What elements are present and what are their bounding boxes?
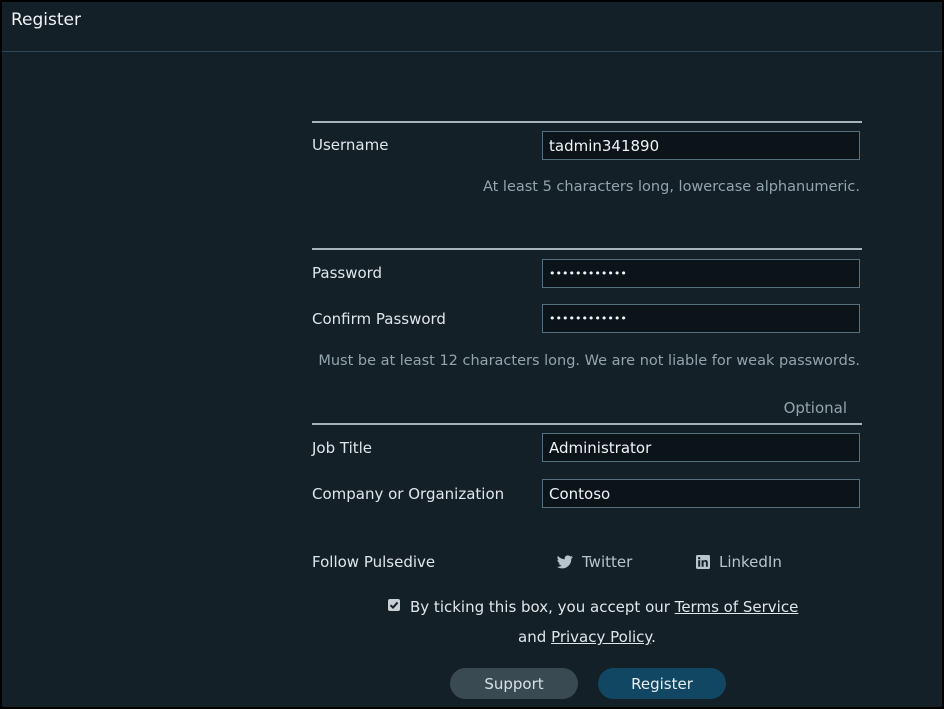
linkedin-link[interactable]: LinkedIn (696, 553, 782, 571)
confirm-password-input[interactable] (542, 304, 860, 333)
password-label: Password (312, 264, 383, 282)
consent-line-2: and Privacy Policy. (312, 628, 862, 646)
follow-label: Follow Pulsedive (312, 553, 436, 571)
privacy-policy-link[interactable]: Privacy Policy (551, 628, 651, 646)
linkedin-icon (696, 555, 710, 569)
twitter-icon (557, 555, 573, 569)
optional-heading: Optional (783, 399, 847, 417)
twitter-label: Twitter (582, 553, 633, 571)
consent-text: By ticking this box, you accept our (410, 598, 670, 616)
section-divider (312, 248, 862, 250)
consent-period: . (651, 628, 656, 646)
register-button[interactable]: Register (598, 668, 726, 699)
section-divider (312, 423, 862, 425)
support-button[interactable]: Support (450, 668, 578, 699)
confirm-password-label: Confirm Password (312, 310, 446, 328)
job-title-label: Job Title (312, 439, 373, 457)
consent-and: and (518, 628, 547, 646)
password-input[interactable] (542, 259, 860, 288)
company-label: Company or Organization (312, 485, 505, 503)
twitter-link[interactable]: Twitter (557, 553, 632, 571)
section-divider (312, 121, 862, 123)
page-title: Register (11, 10, 81, 30)
job-title-input[interactable] (542, 433, 860, 462)
register-form: Username At least 5 characters long, low… (312, 2, 862, 707)
username-input[interactable] (542, 131, 860, 160)
register-window: Register Username At least 5 characters … (0, 0, 944, 709)
username-hint: At least 5 characters long, lowercase al… (482, 179, 860, 195)
password-hint: Must be at least 12 characters long. We … (318, 353, 860, 369)
company-input[interactable] (542, 479, 860, 508)
terms-of-service-link[interactable]: Terms of Service (675, 598, 799, 616)
username-label: Username (312, 136, 389, 154)
consent-line-1: By ticking this box, you accept our Term… (312, 598, 862, 616)
linkedin-label: LinkedIn (719, 553, 782, 571)
